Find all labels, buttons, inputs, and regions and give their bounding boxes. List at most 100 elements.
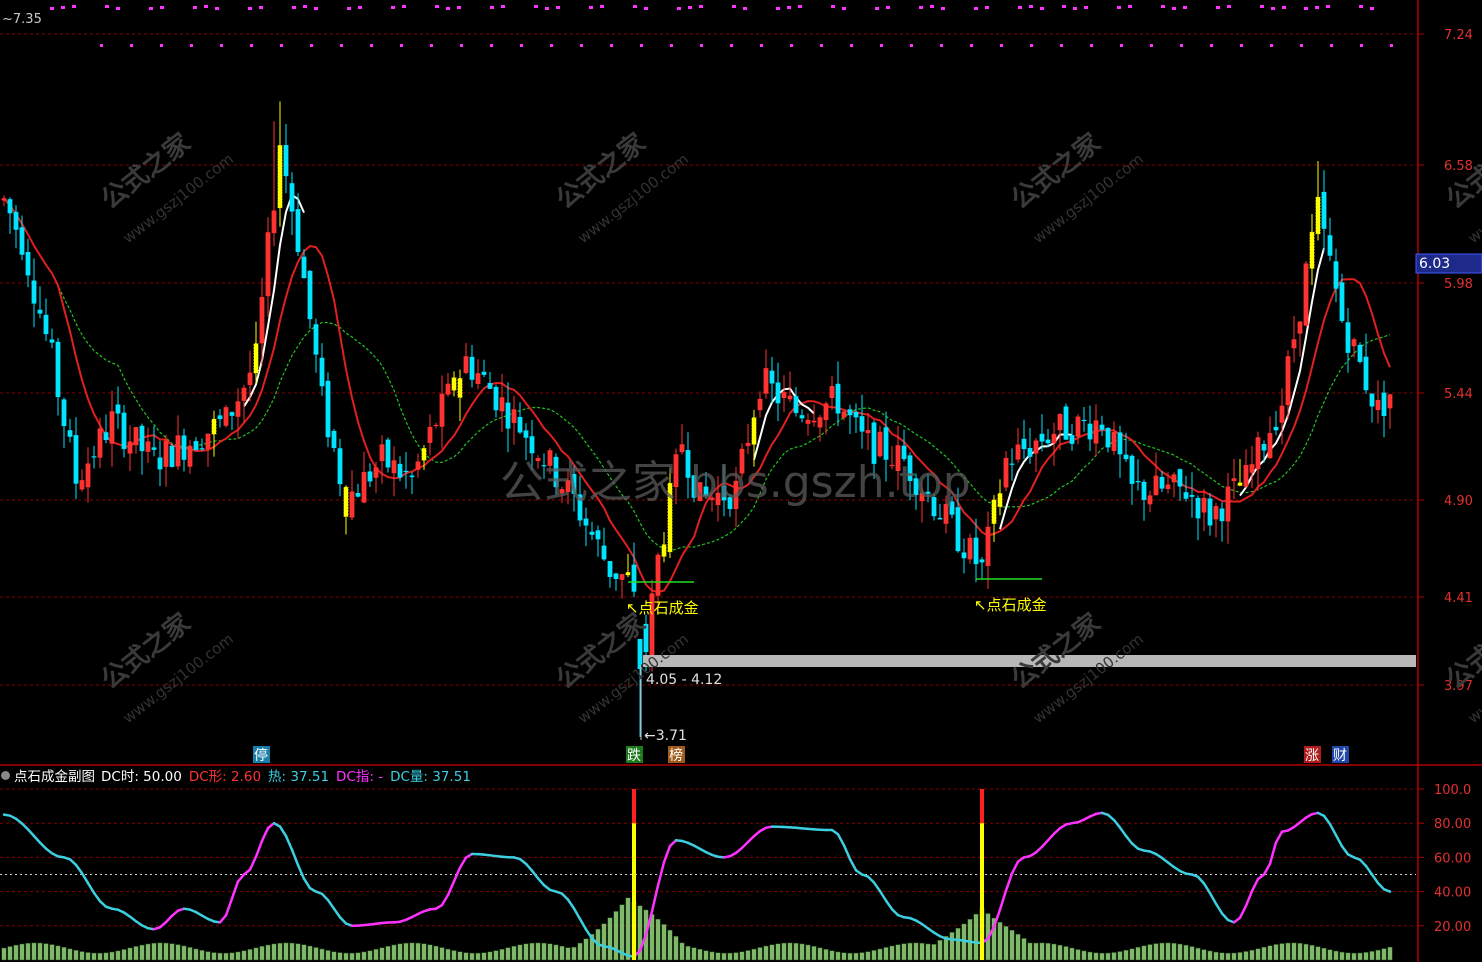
sub-volume-bar	[1231, 952, 1237, 961]
sub-volume-bar	[67, 948, 73, 961]
sub-volume-bar	[343, 952, 349, 961]
candle-body	[301, 256, 307, 279]
candle-body	[1261, 444, 1267, 451]
candle	[589, 521, 595, 541]
oscillator-segment	[452, 866, 462, 883]
sub-volume-bar	[553, 944, 559, 961]
signal-dot	[501, 5, 505, 8]
signal-dot	[880, 44, 883, 47]
badge: 涨	[1304, 746, 1321, 764]
sub-axis-label: 100.0	[1434, 783, 1471, 798]
oscillator-segment	[872, 881, 882, 893]
candle-body	[1369, 393, 1375, 407]
candle-body	[1345, 322, 1351, 353]
candle	[91, 445, 97, 469]
oscillator-segment	[302, 877, 312, 890]
signal-dot	[220, 44, 223, 47]
candle	[361, 451, 367, 504]
candle-body	[205, 433, 211, 450]
signal-dot	[600, 5, 604, 8]
main-price-panel[interactable]: 7.246.585.985.444.904.413.97~7.35↖点石成金 ↖点…	[0, 0, 1482, 962]
candle-body	[175, 435, 181, 467]
sub-volume-bar	[451, 950, 457, 961]
candle-body	[379, 444, 385, 462]
candle	[1225, 473, 1231, 544]
signal-dot	[303, 5, 307, 8]
candle	[1105, 427, 1111, 453]
candle-body	[481, 371, 487, 375]
sub-volume-bar	[1141, 945, 1147, 961]
sub-volume-bar	[49, 944, 55, 961]
sub-volume-bar	[37, 942, 43, 961]
oscillator-segment	[566, 898, 576, 910]
sub-volume-bar	[91, 952, 97, 961]
oscillator-segment	[1364, 864, 1374, 876]
candle	[85, 447, 91, 503]
sub-volume-bar	[1081, 950, 1087, 961]
candle-body	[991, 499, 997, 524]
sub-volume-bar	[601, 923, 607, 961]
signal-dot	[460, 44, 463, 47]
sub-volume-bar	[367, 950, 373, 961]
sub-volume-bar	[139, 944, 145, 961]
candle	[403, 452, 409, 489]
oscillator-segment	[278, 825, 288, 838]
signal-dot	[314, 7, 318, 10]
sub-volume-bar	[1333, 950, 1339, 961]
oscillator-segment	[1124, 834, 1134, 845]
oscillator-segment	[326, 898, 336, 910]
sub-volume-bar	[1159, 942, 1165, 961]
sub-volume-bar	[775, 943, 781, 961]
candle-body	[115, 404, 121, 414]
candle	[193, 437, 199, 451]
price-axis-label: 4.90	[1444, 494, 1473, 509]
candle-body	[1063, 406, 1069, 440]
indicator-subpanel[interactable]: 100.0 80.00 60.00 40.00 20.00	[0, 783, 1471, 961]
candle-body	[835, 383, 841, 414]
candle	[349, 470, 355, 521]
sub-volume-bar	[1237, 952, 1243, 961]
signal-dot	[457, 6, 461, 9]
candle-body	[937, 517, 943, 520]
sub-volume-bar	[511, 945, 517, 961]
badge-text: 跌	[627, 748, 641, 764]
sub-volume-bar	[301, 944, 307, 961]
candle	[1183, 475, 1189, 502]
sub-volume-bar	[769, 944, 775, 961]
oscillator-segment	[1268, 841, 1278, 866]
signal-dot	[787, 6, 791, 9]
signal-dot	[1062, 5, 1066, 8]
oscillator-segment	[1208, 891, 1218, 906]
candle	[181, 428, 187, 472]
candle	[745, 423, 751, 455]
oscillator-segment	[524, 862, 534, 872]
sub-volume-bar	[55, 945, 61, 961]
sub-volume-bar	[7, 946, 13, 961]
oscillator-segment	[1004, 872, 1014, 892]
sub-volume-bar	[13, 944, 19, 961]
candle-body	[373, 467, 379, 478]
signal-dot	[790, 44, 793, 47]
candle-body	[589, 531, 595, 535]
signal-dot	[1360, 44, 1363, 47]
candle-body	[349, 491, 355, 518]
sub-volume-bar	[415, 942, 421, 961]
candle-body	[1267, 433, 1273, 459]
stock-chart[interactable]: 7.246.585.985.444.904.413.97~7.35↖点石成金 ↖点…	[0, 0, 1482, 962]
candle-body	[223, 407, 229, 426]
candle	[55, 338, 61, 416]
candle-body	[1171, 474, 1177, 483]
sub-volume-bar	[709, 951, 715, 961]
candle-body	[73, 435, 79, 484]
price-axis-label: 5.44	[1444, 387, 1473, 402]
signal-dot	[215, 7, 219, 10]
candle	[97, 417, 103, 469]
candle	[775, 362, 781, 422]
candle	[1249, 445, 1255, 488]
signal-dot	[391, 6, 395, 9]
signal-dot	[1326, 5, 1330, 8]
candle	[481, 359, 487, 378]
candle-body	[529, 436, 535, 454]
candle-body	[241, 387, 247, 401]
candle	[61, 397, 67, 449]
